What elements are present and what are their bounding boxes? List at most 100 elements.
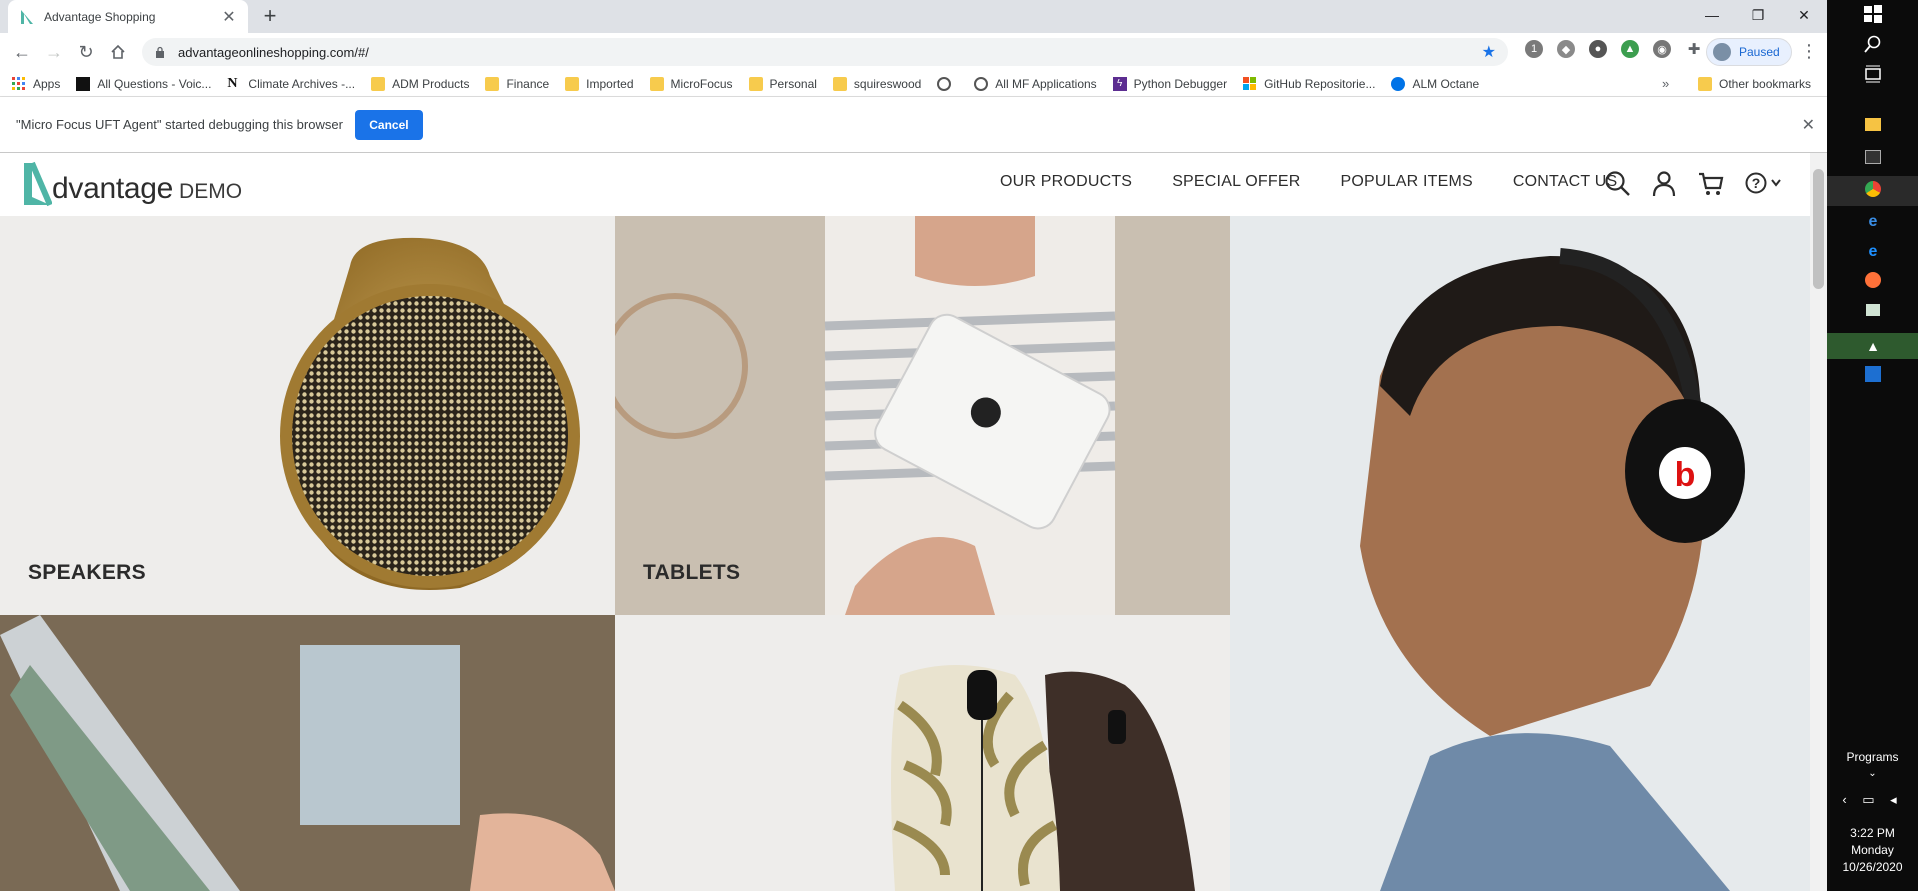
lock-icon <box>156 46 164 58</box>
nav-special-offer[interactable]: SPECIAL OFFER <box>1172 173 1300 191</box>
octane-icon <box>1391 76 1406 91</box>
user-icon[interactable] <box>1650 169 1678 197</box>
file-explorer-icon[interactable] <box>1865 118 1881 131</box>
advantage-logo-icon <box>24 161 52 207</box>
bookmark-item[interactable]: All MF Applications <box>974 76 1097 91</box>
other-bookmarks-folder[interactable]: Other bookmarks <box>1698 71 1811 97</box>
mice-image <box>891 665 1195 891</box>
browser-tab[interactable]: Advantage Shopping ✕ <box>8 0 248 33</box>
bookmark-item[interactable]: N Climate Archives -... <box>227 76 355 91</box>
bookmark-folder[interactable]: squireswood <box>832 76 921 91</box>
forward-button[interactable]: → <box>40 38 68 66</box>
browser-toolbar: ← → ↻ advantageonlineshopping.com/#/ ★ 1… <box>0 33 1827 71</box>
uft-agent-icon[interactable]: ▲ <box>1863 336 1883 356</box>
category-tile-headphones[interactable]: b <box>1230 216 1810 891</box>
category-tile-mice[interactable] <box>615 615 1230 891</box>
reload-button[interactable]: ↻ <box>72 38 100 66</box>
dropbox-extension-icon[interactable]: ◆ <box>1557 40 1575 58</box>
bookmark-label: ALM Octane <box>1412 76 1480 91</box>
puzzle-extensions-icon[interactable]: ✚ <box>1685 40 1703 58</box>
cancel-button[interactable]: Cancel <box>354 109 423 140</box>
extension-badge-icon[interactable]: 1 <box>1525 40 1543 58</box>
profile-button[interactable]: Paused <box>1706 38 1792 66</box>
internet-explorer-icon[interactable]: e <box>1863 212 1883 232</box>
speaker-image <box>280 237 580 591</box>
bookmark-item[interactable]: ALM Octane <box>1391 76 1480 91</box>
other-bookmarks-label: Other bookmarks <box>1719 77 1812 91</box>
programs-label[interactable]: Programs <box>1827 750 1918 764</box>
tab-close-icon[interactable]: ✕ <box>220 7 238 27</box>
firefox-icon[interactable] <box>1865 272 1881 288</box>
profile-status-label: Paused <box>1739 45 1780 59</box>
bookmark-item[interactable]: GitHub Repositorie... <box>1243 76 1375 91</box>
windows-start-icon[interactable] <box>1863 4 1883 24</box>
site-logo[interactable]: dvantage DEMO <box>22 161 242 207</box>
category-tile-laptops[interactable] <box>0 615 615 891</box>
bookmark-folder[interactable]: MicroFocus <box>649 76 733 91</box>
bookmark-item[interactable]: Apps <box>12 76 60 91</box>
circle-extension-icon[interactable]: ● <box>1589 40 1607 58</box>
category-tile-tablets[interactable]: TABLETS <box>615 216 1230 615</box>
bookmark-label: All MF Applications <box>995 76 1097 91</box>
infobar-close-icon[interactable]: ✕ <box>1802 115 1815 135</box>
url-text: advantageonlineshopping.com/#/ <box>178 44 369 60</box>
bookmark-label: ADM Products <box>392 76 470 91</box>
bookmark-item[interactable]: ϟ Python Debugger <box>1112 76 1228 91</box>
svg-text:b: b <box>1675 456 1696 494</box>
privacy-extension-icon[interactable]: ◉ <box>1653 40 1671 58</box>
category-tile-speakers[interactable]: SPEAKERS <box>0 216 615 615</box>
category-label-tablets: TABLETS <box>643 561 741 584</box>
app-window-icon[interactable] <box>1866 304 1880 316</box>
system-tray-icons[interactable]: ‹ ▭ ◂ <box>1827 792 1918 808</box>
back-button[interactable]: ← <box>8 38 36 66</box>
bookmark-item[interactable]: All Questions - Voic... <box>76 76 212 91</box>
home-icon <box>111 44 125 59</box>
cart-icon[interactable] <box>1697 169 1725 197</box>
new-tab-button[interactable]: + <box>258 4 282 28</box>
bookmark-label: MicroFocus <box>670 76 733 91</box>
tab-title: Advantage Shopping <box>44 9 156 24</box>
restore-button[interactable]: ❐ <box>1735 0 1781 30</box>
search-icon[interactable] <box>1603 169 1631 197</box>
close-window-button[interactable]: ✕ <box>1781 0 1827 30</box>
clock-day: Monday <box>1851 843 1894 857</box>
taskbar-app-icon[interactable] <box>1865 366 1881 382</box>
command-prompt-icon[interactable] <box>1865 150 1881 164</box>
page-scrollbar[interactable] <box>1810 153 1827 891</box>
bookmark-star-icon[interactable]: ★ <box>1482 42 1496 62</box>
address-bar[interactable]: advantageonlineshopping.com/#/ ★ <box>142 38 1508 66</box>
nav-popular-items[interactable]: POPULAR ITEMS <box>1340 173 1472 191</box>
bookmarks-overflow-button[interactable]: » <box>1662 76 1669 91</box>
bookmark-folder[interactable]: Personal <box>748 76 817 91</box>
chrome-menu-icon[interactable]: ⋮ <box>1800 41 1818 62</box>
chrome-taskbar-icon[interactable] <box>1865 181 1881 197</box>
home-button[interactable] <box>104 38 132 66</box>
globe-icon <box>937 76 952 91</box>
minimize-button[interactable]: — <box>1689 0 1735 30</box>
headphones-image: b <box>1230 216 1810 891</box>
clock-time[interactable]: 3:22 PM <box>1827 826 1918 840</box>
nav-contact-us[interactable]: CONTACT US <box>1513 173 1618 191</box>
bookmark-folder[interactable]: ADM Products <box>371 76 470 91</box>
taskbar-search-icon[interactable] <box>1863 34 1883 54</box>
edge-icon[interactable]: e <box>1863 242 1883 262</box>
android-extension-icon[interactable]: ▲ <box>1621 40 1639 58</box>
scrollbar-thumb[interactable] <box>1813 169 1824 289</box>
help-dropdown-icon[interactable]: ? <box>1744 169 1784 197</box>
bookmarks-bar: Apps All Questions - Voic... N Climate A… <box>0 71 1827 97</box>
infobar-message: "Micro Focus UFT Agent" started debuggin… <box>16 117 343 132</box>
programs-expand-icon[interactable]: ⌄ <box>1827 768 1918 779</box>
bookmark-folder[interactable]: Imported <box>565 76 634 91</box>
bookmark-label: Python Debugger <box>1133 76 1228 91</box>
nav-our-products[interactable]: OUR PRODUCTS <box>1000 173 1132 191</box>
logo-suffix: DEMO <box>179 180 243 203</box>
microsoft-logo-icon <box>1243 76 1257 90</box>
bookmark-label: All Questions - Voic... <box>97 76 212 91</box>
bookmark-label: Imported <box>586 76 634 91</box>
folder-icon <box>485 76 500 91</box>
folder-icon <box>371 76 386 91</box>
task-view-icon[interactable] <box>1863 64 1883 84</box>
bookmark-folder[interactable]: Finance <box>485 76 549 91</box>
folder-icon <box>565 76 580 91</box>
bookmark-item[interactable] <box>937 76 958 91</box>
